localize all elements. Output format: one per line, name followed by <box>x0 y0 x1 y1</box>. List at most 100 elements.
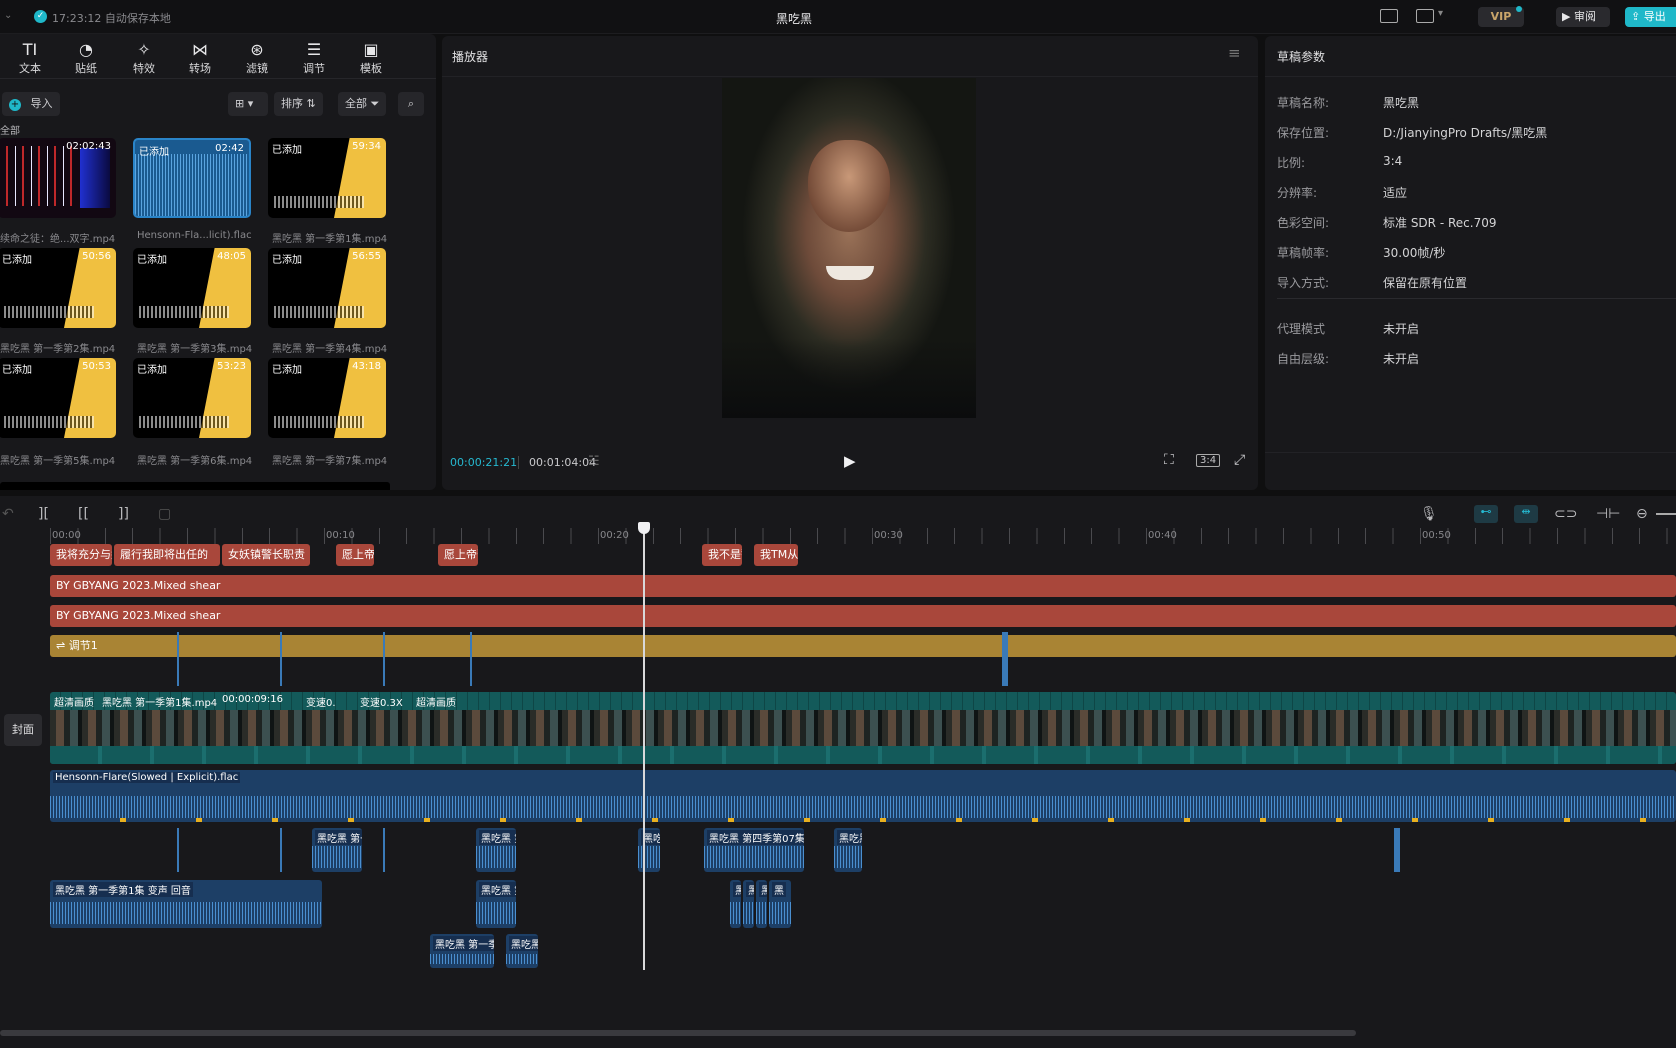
delete-icon[interactable]: ▢ <box>158 506 171 522</box>
video-clip-duration: 00:00:09:16 <box>222 694 284 705</box>
media-thumb-7[interactable]: 已添加 53:23 <box>133 358 251 438</box>
horizontal-scrollbar[interactable] <box>0 1030 1356 1036</box>
audio-clip[interactable]: 黑 <box>730 880 741 928</box>
adjust-clip[interactable]: ⇌ 调节1 <box>50 635 1676 657</box>
media-thumb-0[interactable]: 02:02:43 <box>0 138 116 218</box>
audio-clip[interactable]: 黑 <box>769 880 791 928</box>
video-preview[interactable] <box>722 78 976 418</box>
audio-clip[interactable]: 黑 <box>756 880 767 928</box>
audio-clip[interactable]: 黑吃黑 第 <box>476 880 516 928</box>
added-badge: 已添加 <box>2 365 32 376</box>
layout-chevron-icon[interactable]: ▾ <box>1438 8 1443 19</box>
track-mark <box>383 828 385 872</box>
keyboard-icon[interactable] <box>1380 9 1398 23</box>
track-mark <box>280 632 282 686</box>
overlay-text-clip[interactable]: BY GBYANG 2023.Mixed shear <box>50 575 1676 597</box>
trim-left-icon[interactable]: [[ <box>78 506 89 522</box>
export-icon: ⇪ <box>1631 10 1641 23</box>
menu-chevron-icon[interactable]: ⌄ <box>4 10 12 21</box>
undo-icon[interactable]: ↶ <box>2 506 14 522</box>
thumb-duration: 56:55 <box>352 251 381 262</box>
snap-icon[interactable]: ⇹ <box>1514 505 1538 523</box>
tool-filter[interactable]: ⊛ 滤镜 <box>235 40 279 76</box>
sort-button[interactable]: 排序 ⇅ <box>274 92 323 116</box>
vip-dot-icon <box>1516 6 1522 12</box>
view-toggle-button[interactable]: ⊞ ▾ <box>228 92 268 116</box>
play-icon[interactable]: ▶ <box>844 452 856 470</box>
thumb-duration: 53:23 <box>217 361 246 372</box>
link-icon[interactable]: ⊂⊃ <box>1554 506 1577 522</box>
text-clip[interactable]: 女妖镇警长职责 <box>222 544 310 566</box>
layout-icon[interactable] <box>1416 9 1434 23</box>
preview-axis-icon[interactable]: ⊣⊢ <box>1596 506 1620 522</box>
audio-clip[interactable]: 黑吃黑 <box>506 934 538 968</box>
cover-button[interactable]: 封面 <box>4 714 42 746</box>
tool-template[interactable]: ▣ 模板 <box>349 40 393 76</box>
overlay-text-clip[interactable]: BY GBYANG 2023.Mixed shear <box>50 605 1676 627</box>
search-button[interactable]: ⌕ <box>398 92 424 116</box>
tool-transition[interactable]: ⋈ 转场 <box>178 40 222 76</box>
fit-icon[interactable]: ⛶ <box>1164 452 1174 468</box>
text-clip[interactable]: 履行我即将出任的 <box>114 544 220 566</box>
sort-icon: ⇅ <box>306 97 316 110</box>
export-button[interactable]: ⇪ 导出 <box>1625 7 1676 27</box>
current-time: 00:00:21:21 <box>450 456 518 469</box>
audio-clip[interactable]: 黑吃黑 第四季第07集 <box>704 828 804 872</box>
params-panel: 草稿参数 草稿名称: 黑吃黑 保存位置: D:/JianyingPro Drafts… <box>1265 36 1676 490</box>
thumb-duration: 02:42 <box>215 143 244 154</box>
text-clip[interactable]: 我将充分与悉 <box>50 544 112 566</box>
thumb-caption: 黑吃黑 第一季第7集.mp4 <box>272 456 388 467</box>
thumb-caption: Hensonn-Fla...licit).flac <box>137 230 252 241</box>
thumb-duration: 48:05 <box>217 251 246 262</box>
added-badge: 已添加 <box>139 147 169 158</box>
audio-clip[interactable]: 黑吃黑 第一 <box>312 828 362 872</box>
autosave-status: 17:23:12 自动保存本地 <box>52 12 171 25</box>
fullscreen-icon[interactable]: ⤢ <box>1234 452 1245 468</box>
ratio-button[interactable]: 3:4 <box>1196 454 1221 467</box>
split-icon[interactable]: ][ <box>38 506 49 522</box>
player-menu-icon[interactable]: ≡ <box>1228 44 1241 62</box>
tool-sticker[interactable]: ◔ 贴纸 <box>64 40 108 76</box>
media-thumb-1[interactable]: 已添加 02:42 <box>133 138 251 218</box>
media-thumb-3[interactable]: 已添加 50:56 <box>0 248 116 328</box>
main-track-magnet-icon[interactable]: ⊷ <box>1474 505 1498 523</box>
text-clip[interactable]: 我不是警 <box>702 544 742 566</box>
audio-clip[interactable]: 黑吃黑 第一季第1集 变声 回音 <box>50 880 322 928</box>
audio-clip[interactable]: 黑吃 <box>638 828 660 872</box>
media-thumb-6[interactable]: 已添加 50:53 <box>0 358 116 438</box>
tool-adjust[interactable]: ☰ 调节 <box>292 40 336 76</box>
media-thumb-8[interactable]: 已添加 43:18 <box>268 358 386 438</box>
track-mark <box>1394 828 1400 872</box>
media-thumb-2[interactable]: 已添加 59:34 <box>268 138 386 218</box>
tool-text[interactable]: TI 文本 <box>8 40 52 76</box>
param-value: 保留在原有位置 <box>1383 276 1468 290</box>
media-thumb-4[interactable]: 已添加 48:05 <box>133 248 251 328</box>
export-label: 导出 <box>1643 10 1666 23</box>
zoom-slider[interactable] <box>1656 513 1676 515</box>
thumb-duration: 43:18 <box>352 361 381 372</box>
audio-clip[interactable]: 黑吃黑 <box>834 828 862 872</box>
project-title: 黑吃黑 <box>776 12 813 26</box>
import-button[interactable]: + 导入 <box>2 92 60 116</box>
tool-effects[interactable]: ✧ 特效 <box>122 40 166 76</box>
audio-clip[interactable]: 黑吃黑 第 <box>476 828 516 872</box>
audio-clip[interactable]: 黑 <box>743 880 754 928</box>
text-clip[interactable]: 愿上帝帮 <box>438 544 478 566</box>
filter-all-button[interactable]: 全部 ⏷ <box>338 92 387 116</box>
main-video-track[interactable]: 超清画质 黑吃黑 第一季第1集.mp4 00:00:09:16 变速0. 变速0… <box>50 692 1676 764</box>
param-value: 适应 <box>1383 186 1408 200</box>
playhead[interactable] <box>643 524 645 970</box>
timecode-grid-icon[interactable]: ☷ <box>588 454 600 469</box>
trim-right-icon[interactable]: ]] <box>118 506 129 522</box>
playhead-handle[interactable] <box>638 522 650 534</box>
zoom-out-icon[interactable]: ⊖ <box>1636 506 1648 522</box>
audio-clip[interactable]: 黑吃黑 第一季 <box>430 934 494 968</box>
text-clip[interactable]: 愿上帝帮 <box>336 544 374 566</box>
microphone-icon[interactable]: 🎙 <box>1420 506 1438 522</box>
ruler[interactable]: 00:00 00:10 00:20 00:30 00:40 00:50 <box>50 528 1676 544</box>
music-track[interactable]: Hensonn-Flare(Slowed | Explicit).flac <box>50 770 1676 822</box>
review-button[interactable]: ▶ 审阅 <box>1556 7 1610 27</box>
text-clip[interactable]: 我TM从3 <box>754 544 798 566</box>
review-label: 审阅 <box>1573 10 1596 23</box>
media-thumb-5[interactable]: 已添加 56:55 <box>268 248 386 328</box>
